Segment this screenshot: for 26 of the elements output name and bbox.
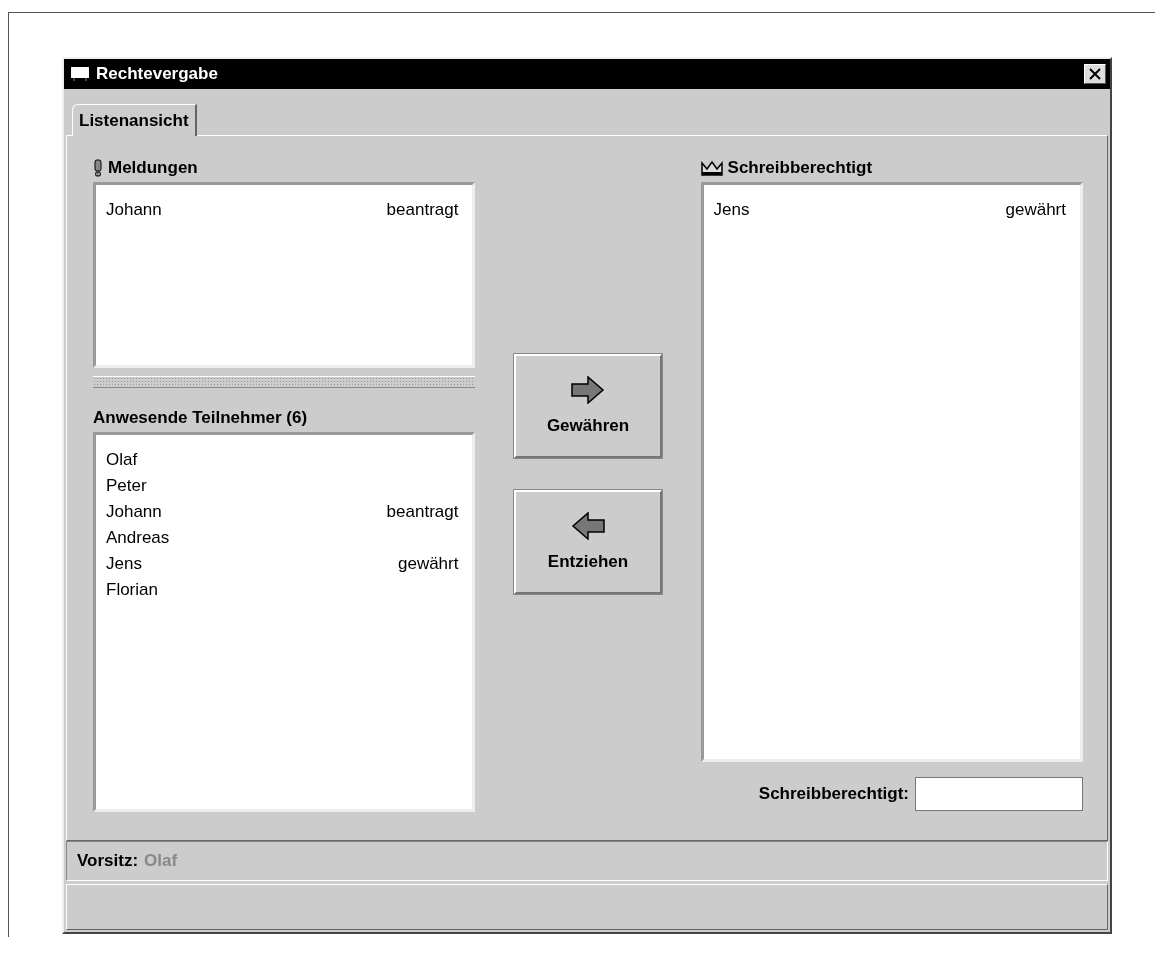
list-item[interactable]: Johann beantragt xyxy=(106,197,463,223)
action-button[interactable]: Gewähren xyxy=(514,354,662,458)
close-button[interactable] xyxy=(1084,64,1106,84)
exclamation-icon xyxy=(93,159,103,177)
list-item[interactable]: Olaf xyxy=(106,447,463,473)
action-button[interactable]: Entziehen xyxy=(514,490,662,594)
right-arrow-icon xyxy=(571,376,605,404)
list-item[interactable]: Johann beantragt xyxy=(106,499,463,525)
window-title: Rechtevergabe xyxy=(96,64,219,84)
list-heading: Schreibberechtigt xyxy=(727,158,873,178)
list-heading: Anwesende Teilnehmer (6) xyxy=(93,408,308,428)
list-item[interactable]: Florian xyxy=(106,577,463,603)
tab[interactable]: Listenansicht xyxy=(72,104,197,136)
list-item[interactable]: Andreas xyxy=(106,525,463,551)
list-heading: Meldungen xyxy=(108,158,198,178)
input-field[interactable] xyxy=(915,777,1083,811)
left-arrow-icon xyxy=(571,512,605,540)
window-icon xyxy=(70,66,90,82)
status-label: Vorsitz: xyxy=(77,851,139,871)
field-label: Schreibberechtigt: xyxy=(758,784,909,804)
list-item[interactable]: Jens gewährt xyxy=(106,551,463,577)
list-item[interactable]: Peter xyxy=(106,473,463,499)
list-item[interactable]: Jens gewährt xyxy=(713,197,1070,223)
status-value: Olaf xyxy=(144,851,178,871)
crown-icon xyxy=(700,159,723,177)
close-icon xyxy=(1089,68,1101,80)
